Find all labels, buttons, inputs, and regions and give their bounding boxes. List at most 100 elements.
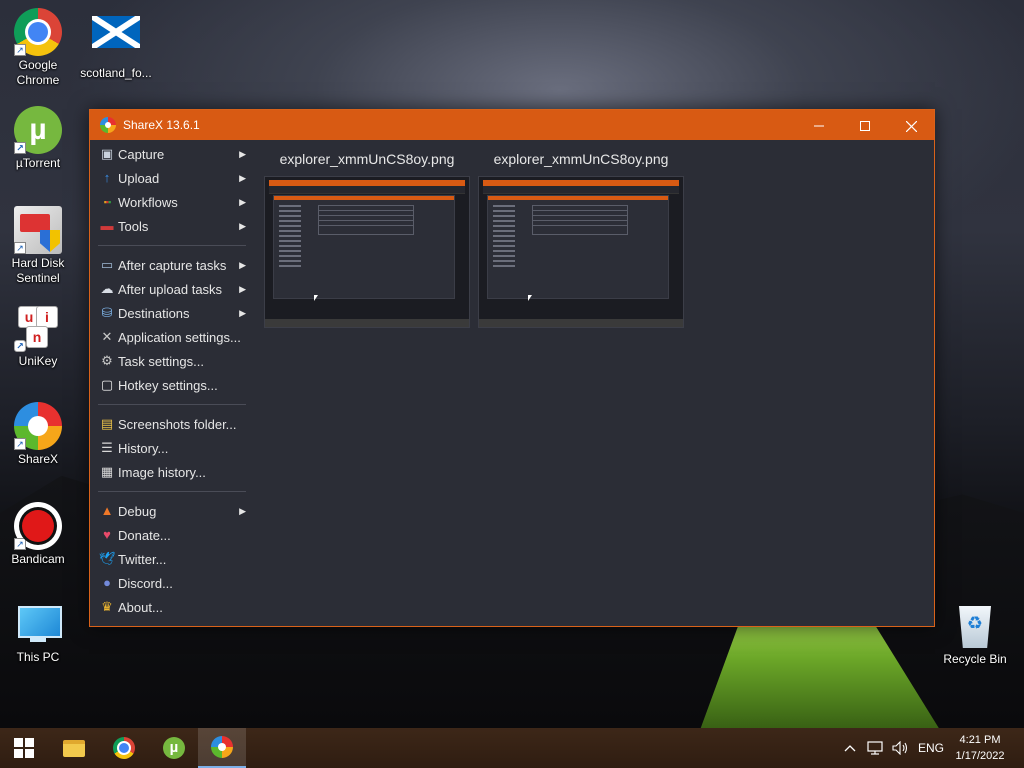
taskbar-utorrent[interactable]: µ (150, 728, 198, 768)
menu-item-destinations[interactable]: ⛁ Destinations ▶ (90, 301, 248, 325)
menu-item-image-history[interactable]: ▦ Image history... (90, 460, 248, 484)
menu-item-upload[interactable]: ↑ Upload ▶ (90, 166, 248, 190)
thumbnail-image[interactable] (478, 176, 684, 328)
desktop-icon-utorrent[interactable]: µ ↗ µTorrent (0, 106, 76, 171)
maximize-icon (860, 121, 870, 132)
screenshot-thumbnail[interactable]: explorer_xmmUnCS8oy.png (264, 150, 470, 328)
main-menu: ▣ Capture ▶ ↑ Upload ▶ ▪▪▪ Workflows ▶ ▬… (90, 142, 248, 619)
sharex-window[interactable]: ShareX 13.6.1 ▣ Capture ▶ ↑ Upload ▶ ▪▪▪… (89, 109, 935, 627)
chrome-icon (113, 737, 135, 759)
taskbar-sharex[interactable] (198, 728, 246, 768)
after-capture-icon: ▭ (100, 257, 114, 272)
cloud-upload-icon: ☁ (100, 281, 114, 296)
workflows-grid-icon: ▪▪▪ (103, 197, 112, 207)
desktop-icon-scotland-file[interactable]: scotland_fo... (78, 8, 154, 81)
keyboard-key-icon: ▢ (100, 377, 114, 392)
upload-arrow-icon: ↑ (103, 170, 111, 185)
close-icon (905, 120, 917, 133)
menu-item-discord[interactable]: ● Discord... (90, 571, 248, 595)
speaker-icon (892, 741, 908, 755)
menu-item-tools[interactable]: ▬ Tools ▶ (90, 214, 248, 238)
desktop-icon-label: Bandicam (11, 552, 65, 566)
heart-icon: ♥ (103, 527, 111, 542)
submenu-arrow-icon: ▶ (239, 173, 246, 183)
input-language-button[interactable]: ENG (918, 728, 944, 768)
show-hidden-icons-button[interactable] (844, 728, 856, 768)
shortcut-arrow-icon: ↗ (14, 142, 26, 154)
menu-item-debug[interactable]: ▲ Debug ▶ (90, 499, 248, 523)
desktop-icon-chrome[interactable]: ↗ Google Chrome (0, 8, 76, 88)
desktop-icon-sharex[interactable]: ↗ ShareX (0, 402, 76, 467)
menu-item-task-settings[interactable]: ⚙ Task settings... (90, 349, 248, 373)
submenu-arrow-icon: ▶ (239, 197, 246, 207)
desktop-icon-recycle-bin[interactable]: Recycle Bin (937, 602, 1013, 667)
submenu-arrow-icon: ▶ (239, 221, 246, 231)
menu-item-workflows[interactable]: ▪▪▪ Workflows ▶ (90, 190, 248, 214)
scotland-flag-icon (92, 16, 140, 48)
sharex-icon (211, 736, 233, 758)
twitter-bird-icon: 🕊 (99, 551, 116, 566)
start-button[interactable] (0, 728, 48, 768)
windows-logo-icon (14, 738, 34, 758)
taskbar-clock[interactable]: 4:21 PM 1/17/2022 (944, 732, 1016, 764)
menu-item-donate[interactable]: ♥ Donate... (90, 523, 248, 547)
screenshot-thumbnail[interactable]: explorer_xmmUnCS8oy.png (478, 150, 684, 328)
chrome-icon: ↗ (14, 8, 62, 56)
submenu-arrow-icon: ▶ (239, 284, 246, 294)
desktop-icon-bandicam[interactable]: ↗ Bandicam (0, 502, 76, 567)
menu-item-after-capture-tasks[interactable]: ▭ After capture tasks ▶ (90, 253, 248, 277)
submenu-arrow-icon: ▶ (239, 260, 246, 270)
desktop-icon-label: Hard Disk Sentinel (11, 256, 65, 285)
desktop-icon-unikey[interactable]: u i n ↗ UniKey (0, 304, 76, 369)
maximize-button[interactable] (842, 110, 888, 140)
minimize-button[interactable] (796, 110, 842, 140)
submenu-arrow-icon: ▶ (239, 149, 246, 159)
gear-icon: ⚙ (101, 353, 113, 368)
menu-item-hotkey-settings[interactable]: ▢ Hotkey settings... (90, 373, 248, 397)
window-title: ShareX 13.6.1 (123, 118, 200, 132)
hard-disk-sentinel-icon: ↗ (14, 206, 62, 254)
menu-item-screenshots-folder[interactable]: ▤ Screenshots folder... (90, 412, 248, 436)
menu-item-after-upload-tasks[interactable]: ☁ After upload tasks ▶ (90, 277, 248, 301)
thumbnail-filename: explorer_xmmUnCS8oy.png (493, 151, 669, 167)
utorrent-icon: µ ↗ (14, 106, 62, 154)
taskbar-chrome[interactable] (100, 728, 148, 768)
clock-time: 4:21 PM (959, 734, 1001, 746)
volume-button[interactable] (892, 728, 910, 768)
taskbar-file-explorer[interactable] (50, 728, 98, 768)
close-button[interactable] (888, 110, 934, 140)
menu-separator (98, 491, 246, 492)
desktop-icon-label: µTorrent (15, 156, 61, 170)
desktop-icon-label: Recycle Bin (943, 652, 1007, 666)
shortcut-arrow-icon: ↗ (14, 340, 26, 352)
capture-icon: ▣ (100, 146, 114, 161)
sharex-icon (100, 117, 116, 133)
menu-item-twitter[interactable]: 🕊 Twitter... (90, 547, 248, 571)
thumbnail-image[interactable] (264, 176, 470, 328)
menu-separator (98, 404, 246, 405)
submenu-arrow-icon: ▶ (239, 506, 246, 516)
clock-date: 1/17/2022 (955, 750, 1005, 762)
menu-item-application-settings[interactable]: ✕ Application settings... (90, 325, 248, 349)
desktop-icon-hard-disk-sentinel[interactable]: ↗ Hard Disk Sentinel (0, 206, 76, 286)
shortcut-arrow-icon: ↗ (14, 438, 26, 450)
menu-item-capture[interactable]: ▣ Capture ▶ (90, 142, 248, 166)
image-history-icon: ▦ (100, 464, 114, 479)
menu-separator (98, 245, 246, 246)
chevron-up-icon (844, 745, 856, 752)
desktop-icon-label: UniKey (18, 354, 58, 368)
menu-item-history[interactable]: ☰ History... (90, 436, 248, 460)
shortcut-arrow-icon: ↗ (14, 538, 26, 550)
taskbar: µ ENG 4:21 PM 1/17/2022 (0, 728, 1024, 768)
discord-icon: ● (103, 575, 111, 590)
window-titlebar[interactable]: ShareX 13.6.1 (90, 110, 934, 140)
network-button[interactable] (867, 728, 885, 768)
destinations-icon: ⛁ (101, 305, 113, 320)
unikey-icon: u i n ↗ (14, 304, 62, 352)
folder-icon (63, 739, 85, 757)
menu-item-about[interactable]: ♛ About... (90, 595, 248, 619)
network-icon (867, 741, 883, 755)
desktop-icon-label: scotland_fo... (80, 66, 152, 80)
thumbnail-filename: explorer_xmmUnCS8oy.png (279, 151, 455, 167)
desktop-icon-this-pc[interactable]: This PC (0, 600, 76, 665)
